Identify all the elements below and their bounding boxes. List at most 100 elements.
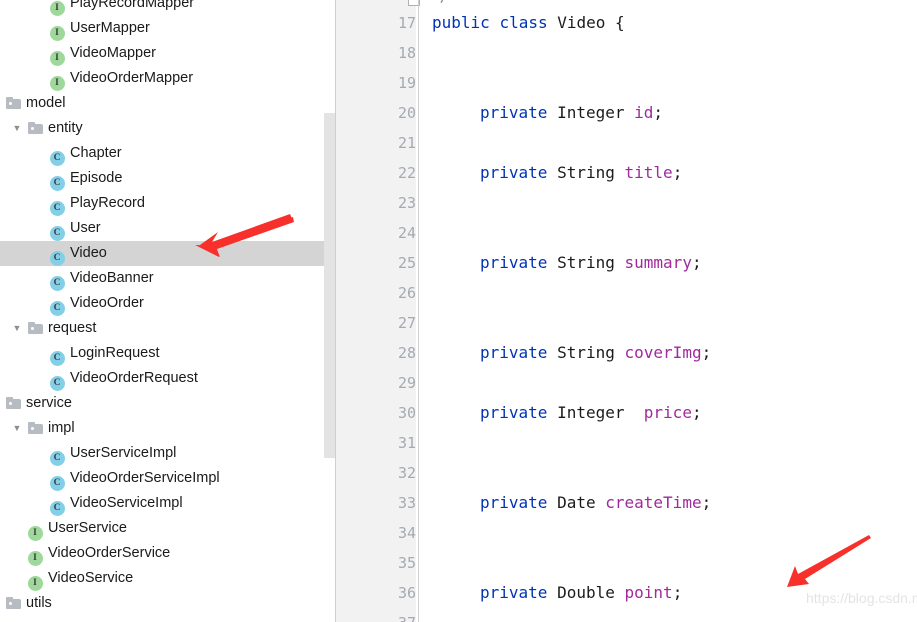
line-number[interactable]: 29 bbox=[346, 368, 416, 398]
line-number[interactable]: 30 bbox=[346, 398, 416, 428]
tree-item-service[interactable]: service bbox=[0, 391, 335, 416]
tree-item-userserviceimpl[interactable]: C UserServiceImpl bbox=[0, 441, 335, 466]
code-token: private bbox=[480, 163, 548, 182]
tree-item-label: LoginRequest bbox=[70, 345, 160, 361]
tree-item-videobanner[interactable]: C VideoBanner bbox=[0, 266, 335, 291]
line-number[interactable]: 34 bbox=[346, 518, 416, 548]
tree-item-label: request bbox=[48, 320, 97, 336]
interface-icon: I bbox=[26, 541, 44, 566]
tree-item-label: UserServiceImpl bbox=[70, 445, 177, 461]
line-number[interactable]: 20 bbox=[346, 98, 416, 128]
code-token: summary bbox=[624, 253, 692, 272]
tree-item-video[interactable]: C Video bbox=[0, 241, 335, 266]
line-number[interactable]: 22 bbox=[346, 158, 416, 188]
tree-item-model[interactable]: model bbox=[0, 91, 335, 116]
line-number[interactable]: 21 bbox=[346, 128, 416, 158]
tree-item-videoorderservice[interactable]: I VideoOrderService bbox=[0, 541, 335, 566]
line-number[interactable]: 25 bbox=[346, 248, 416, 278]
tree-item-request[interactable]: ▼ request bbox=[0, 316, 335, 341]
line-number[interactable]: 23 bbox=[346, 188, 416, 218]
line-number[interactable]: 28 bbox=[346, 338, 416, 368]
code-token: String bbox=[557, 343, 615, 362]
code-line-25[interactable]: private String summary; bbox=[480, 248, 702, 278]
code-line-20[interactable]: private Integer id; bbox=[480, 98, 663, 128]
code-token: String bbox=[557, 253, 615, 272]
line-number[interactable]: 31 bbox=[346, 428, 416, 458]
code-line-22[interactable]: private String title; bbox=[480, 158, 682, 188]
code-token: Double bbox=[557, 583, 615, 602]
tree-item-loginrequest[interactable]: C LoginRequest bbox=[0, 341, 335, 366]
tree-item-videoservice[interactable]: I VideoService bbox=[0, 566, 335, 591]
code-line-36[interactable]: private Double point; bbox=[480, 578, 682, 608]
tree-item-label: PlayRecordMapper bbox=[70, 0, 195, 11]
expand-arrow-icon[interactable]: ▼ bbox=[10, 416, 24, 441]
expand-arrow-icon[interactable]: ▼ bbox=[10, 316, 24, 341]
tree-item-impl[interactable]: ▼ impl bbox=[0, 416, 335, 441]
code-token: Integer bbox=[557, 103, 625, 122]
tree-item-label: entity bbox=[48, 120, 83, 136]
tree-item-videoorderserviceimpl[interactable]: C VideoOrderServiceImpl bbox=[0, 466, 335, 491]
tree-item-user[interactable]: C User bbox=[0, 216, 335, 241]
expand-arrow-icon[interactable]: ▼ bbox=[10, 116, 24, 141]
line-number-gutter[interactable]: 17 18 19 20 21 22 23 24 25 26 27 28 29 30 31 32 33 34 35 36… bbox=[336, 0, 416, 622]
code-token: class bbox=[499, 13, 548, 32]
folder-icon bbox=[4, 91, 22, 116]
interface-icon: I bbox=[48, 16, 66, 41]
code-line-17[interactable]: public class Video { bbox=[432, 8, 625, 38]
project-tree-panel[interactable]: I PlayRecordMapper I UserMapper I VideoMapper… bbox=[0, 0, 340, 622]
class-icon: C bbox=[48, 216, 66, 241]
tree-item-chapter[interactable]: C Chapter bbox=[0, 141, 335, 166]
class-icon: C bbox=[48, 241, 66, 266]
line-number[interactable]: 33 bbox=[346, 488, 416, 518]
tree-item-label: UserService bbox=[48, 520, 127, 536]
tree-item-videoorder[interactable]: C VideoOrder bbox=[0, 291, 335, 316]
tree-scrollbar-thumb[interactable] bbox=[324, 113, 335, 458]
tree-item-label: Episode bbox=[70, 170, 123, 186]
line-number[interactable]: 26 bbox=[346, 278, 416, 308]
tree-item-videoordermapper[interactable]: I VideoOrderMapper bbox=[0, 66, 335, 91]
code-token: private bbox=[480, 103, 548, 122]
interface-icon: I bbox=[48, 66, 66, 91]
line-number[interactable]: 24 bbox=[346, 218, 416, 248]
line-number[interactable]: 19 bbox=[346, 68, 416, 98]
code-token: public bbox=[432, 13, 490, 32]
line-number[interactable]: 18 bbox=[346, 38, 416, 68]
tree-item-episode[interactable]: C Episode bbox=[0, 166, 335, 191]
line-number[interactable]: 27 bbox=[346, 308, 416, 338]
tree-item-videoorderrequest[interactable]: C VideoOrderRequest bbox=[0, 366, 335, 391]
line-number[interactable]: 32 bbox=[346, 458, 416, 488]
line-number[interactable]: 37 bbox=[346, 608, 416, 622]
tree-item-label: VideoOrder bbox=[70, 295, 144, 311]
code-line-30[interactable]: private Integer price; bbox=[480, 398, 702, 428]
code-line-33[interactable]: private Date createTime; bbox=[480, 488, 711, 518]
folder-icon bbox=[26, 116, 44, 141]
interface-icon: I bbox=[48, 0, 66, 16]
line-number[interactable]: 36 bbox=[346, 578, 416, 608]
tree-item-userservice[interactable]: I UserService bbox=[0, 516, 335, 541]
tree-item-utils[interactable]: utils bbox=[0, 591, 335, 616]
ide-window: I PlayRecordMapper I UserMapper I VideoMapper… bbox=[0, 0, 917, 622]
tree-item-playrecord[interactable]: C PlayRecord bbox=[0, 191, 335, 216]
line-number[interactable]: 35 bbox=[346, 548, 416, 578]
code-line-28[interactable]: private String coverImg; bbox=[480, 338, 711, 368]
tree-item-entity[interactable]: ▼ entity bbox=[0, 116, 335, 141]
tree-item-label: VideoBanner bbox=[70, 270, 154, 286]
code-token: ; bbox=[701, 343, 712, 362]
code-editor[interactable]: 17 18 19 20 21 22 23 24 25 26 27 28 29 30 31 32 33 34 35 36… bbox=[336, 0, 917, 622]
code-token: ; bbox=[691, 403, 702, 422]
tree-item-usermapper[interactable]: I UserMapper bbox=[0, 16, 335, 41]
code-token: { bbox=[605, 13, 625, 32]
class-icon: C bbox=[48, 291, 66, 316]
code-token: String bbox=[557, 163, 615, 182]
tree-item-videoserviceimpl[interactable]: C VideoServiceImpl bbox=[0, 491, 335, 516]
tree-item-videomapper[interactable]: I VideoMapper bbox=[0, 41, 335, 66]
code-token: private bbox=[480, 403, 548, 422]
tree-item-playrecordmapper[interactable]: I PlayRecordMapper bbox=[0, 0, 335, 16]
line-number[interactable]: 17 bbox=[346, 8, 416, 38]
